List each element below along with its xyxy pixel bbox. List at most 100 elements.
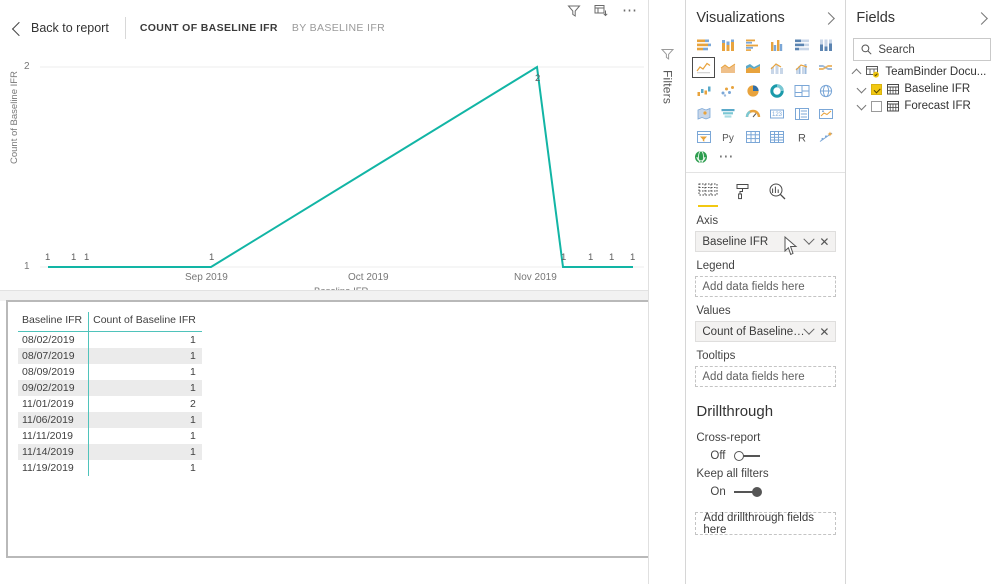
header-divider (124, 17, 126, 39)
well-tooltips[interactable]: Add data fields here (695, 366, 837, 387)
cell-count: 1 (88, 380, 202, 396)
card-icon[interactable]: 123 (766, 103, 789, 124)
scatter-chart-icon[interactable] (717, 80, 740, 101)
table-row[interactable]: 11/14/2019 1 (18, 444, 202, 460)
table-row[interactable]: 08/07/2019 1 (18, 348, 202, 364)
cell-date: 09/02/2019 (18, 380, 89, 396)
arcgis-maps-icon[interactable] (694, 150, 708, 164)
chevron-down-icon[interactable] (857, 102, 866, 111)
line-chart-visual[interactable]: Count of Baseline IFR 2 1 Sep 2019 Oct 2… (0, 56, 650, 297)
chevron-down-icon[interactable] (803, 233, 815, 245)
cross-report-toggle[interactable] (733, 450, 762, 462)
stacked-column-chart-icon[interactable] (717, 34, 740, 55)
well-label-axis: Axis (696, 215, 719, 227)
more-visuals-icon[interactable]: ⋯ (718, 149, 735, 164)
python-visual-icon[interactable]: Py (717, 126, 740, 147)
keep-all-filters-toggle[interactable] (733, 486, 762, 498)
100-stacked-column-chart-icon[interactable] (815, 34, 838, 55)
line-chart-icon[interactable] (692, 57, 716, 78)
drillthrough-fields-well[interactable]: Add drillthrough fields here (695, 512, 837, 536)
pie-chart-icon[interactable] (741, 80, 764, 101)
collapse-pane-icon[interactable] (975, 11, 988, 25)
y-tick-1: 1 (24, 261, 30, 272)
area-chart-icon[interactable] (717, 57, 740, 78)
clustered-bar-chart-icon[interactable] (741, 34, 764, 55)
matrix-icon[interactable] (766, 126, 789, 147)
filter-icon[interactable] (567, 4, 581, 18)
chevron-down-icon[interactable] (857, 85, 866, 94)
ribbon-chart-icon[interactable] (815, 57, 838, 78)
well-legend[interactable]: Add data fields here (695, 276, 837, 297)
collapse-pane-icon[interactable] (822, 11, 836, 25)
table-row[interactable]: 08/02/2019 1 (18, 331, 202, 348)
svg-text:▲: ▲ (821, 108, 825, 113)
keep-all-filters-state: On (710, 486, 726, 498)
fields-tab[interactable] (698, 182, 719, 207)
multi-row-card-icon[interactable] (790, 103, 813, 124)
toggle-knob (751, 487, 762, 497)
search-input[interactable]: Search (853, 38, 992, 61)
toggle-knob (733, 451, 744, 461)
magnifier-chart-icon (769, 183, 786, 200)
cell-count: 2 (88, 396, 202, 412)
field-item-baseline-ifr[interactable]: Baseline IFR (846, 78, 998, 95)
r-script-visual-icon[interactable]: R (790, 126, 813, 147)
gauge-chart-icon[interactable] (741, 103, 764, 124)
column-header-count[interactable]: Count of Baseline IFR (88, 312, 202, 332)
drillthrough-title: Drillthrough (696, 403, 774, 420)
funnel-chart-icon[interactable] (717, 103, 740, 124)
well-label-values: Values (696, 305, 731, 317)
table-row[interactable]: 11/01/2019 2 (18, 396, 202, 412)
cell-count: 1 (88, 460, 202, 476)
more-options-icon[interactable]: ⋯ (622, 3, 639, 18)
well-values[interactable]: Count of Baseline IFR ✕ (695, 321, 837, 342)
chevron-up-icon[interactable] (852, 68, 861, 77)
field-checkbox[interactable] (871, 100, 883, 112)
remove-field-icon[interactable]: ✕ (819, 326, 829, 338)
key-influencers-icon[interactable] (815, 126, 838, 147)
kpi-icon[interactable]: ▲ (815, 103, 838, 124)
field-checkbox[interactable] (871, 83, 883, 95)
waterfall-chart-icon[interactable] (692, 80, 715, 101)
drill-icon[interactable] (594, 4, 609, 18)
well-axis[interactable]: Baseline IFR ✕ (695, 231, 837, 252)
table-icon[interactable] (741, 126, 764, 147)
donut-chart-icon[interactable] (766, 80, 789, 101)
fields-pane: Fields Search TeamBinder Docu... Baselin… (846, 0, 998, 584)
stacked-area-chart-icon[interactable] (741, 57, 764, 78)
data-label-4: 2 (535, 73, 541, 84)
treemap-icon[interactable] (790, 80, 813, 101)
fields-grid-icon (698, 183, 718, 196)
column-header-baseline-ifr[interactable]: Baseline IFR (18, 312, 89, 332)
map-icon[interactable] (815, 80, 838, 101)
cell-date: 11/11/2019 (22, 430, 73, 442)
back-to-report-button[interactable]: Back to report (11, 16, 109, 40)
chevron-down-icon[interactable] (803, 323, 815, 335)
table-row[interactable]: 11/06/2019 1 (18, 412, 202, 428)
chevron-left-icon (11, 21, 27, 36)
visualizations-pane-header: Visualizations (686, 0, 845, 34)
well-legend-placeholder: Add data fields here (702, 280, 805, 293)
line-stacked-column-chart-icon[interactable] (766, 57, 789, 78)
fields-table-row[interactable]: TeamBinder Docu... (846, 61, 998, 78)
cell-count: 1 (88, 348, 202, 364)
table-row[interactable]: 09/02/2019 1 (18, 380, 202, 396)
table-visual[interactable]: Baseline IFR Count of Baseline IFR 08/02… (6, 300, 650, 558)
filters-pane-collapsed[interactable]: Filters (648, 0, 687, 584)
svg-text:123: 123 (772, 112, 783, 118)
remove-field-icon[interactable]: ✕ (819, 236, 829, 248)
line-clustered-column-chart-icon[interactable] (790, 57, 813, 78)
100-stacked-bar-chart-icon[interactable] (790, 34, 813, 55)
filled-map-icon[interactable] (692, 103, 715, 124)
analytics-tab[interactable] (768, 183, 787, 207)
stacked-bar-chart-icon[interactable] (692, 34, 715, 55)
clustered-column-chart-icon[interactable] (766, 34, 789, 55)
report-canvas: Back to report COUNT OF BASELINE IFR BY … (0, 0, 650, 584)
table-row[interactable]: 11/19/2019 1 (18, 460, 202, 476)
table-row[interactable]: 08/09/2019 1 (18, 364, 202, 380)
table-row[interactable]: 11/11/2019 1 (18, 428, 202, 444)
field-item-forecast-ifr[interactable]: Forecast IFR (846, 95, 998, 112)
format-tab[interactable] (734, 183, 752, 207)
x-tick-oct-2019: Oct 2019 (348, 272, 389, 283)
slicer-icon[interactable] (692, 126, 715, 147)
